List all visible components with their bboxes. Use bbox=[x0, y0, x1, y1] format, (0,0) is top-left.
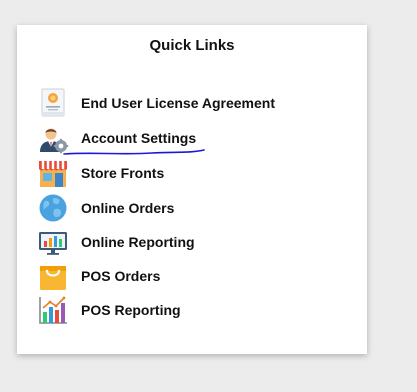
quick-links-panel: Quick Links End User License Agreement A… bbox=[17, 25, 367, 354]
link-pos-reporting[interactable]: POS Reporting bbox=[37, 294, 337, 326]
bar-chart-icon bbox=[37, 294, 69, 326]
link-label: POS Reporting bbox=[81, 302, 181, 318]
monitor-chart-icon bbox=[37, 226, 69, 258]
annotation-underline bbox=[63, 149, 205, 155]
link-label: POS Orders bbox=[81, 268, 161, 284]
link-label: Online Orders bbox=[81, 200, 175, 216]
link-online-reporting[interactable]: Online Reporting bbox=[37, 226, 337, 258]
link-label: End User License Agreement bbox=[81, 95, 275, 111]
shopping-bag-icon bbox=[37, 260, 69, 292]
panel-title: Quick Links bbox=[149, 37, 235, 54]
link-label: Store Fronts bbox=[81, 165, 165, 181]
link-end-user-license-agreement[interactable]: End User License Agreement bbox=[37, 87, 337, 119]
link-label: Online Reporting bbox=[81, 234, 195, 250]
link-store-fronts[interactable]: Store Fronts bbox=[37, 157, 337, 189]
link-pos-orders[interactable]: POS Orders bbox=[37, 260, 337, 292]
certificate-icon bbox=[37, 87, 69, 119]
link-label: Account Settings bbox=[81, 130, 197, 146]
globe-icon bbox=[37, 192, 69, 224]
storefront-icon bbox=[37, 157, 69, 189]
link-online-orders[interactable]: Online Orders bbox=[37, 192, 337, 224]
